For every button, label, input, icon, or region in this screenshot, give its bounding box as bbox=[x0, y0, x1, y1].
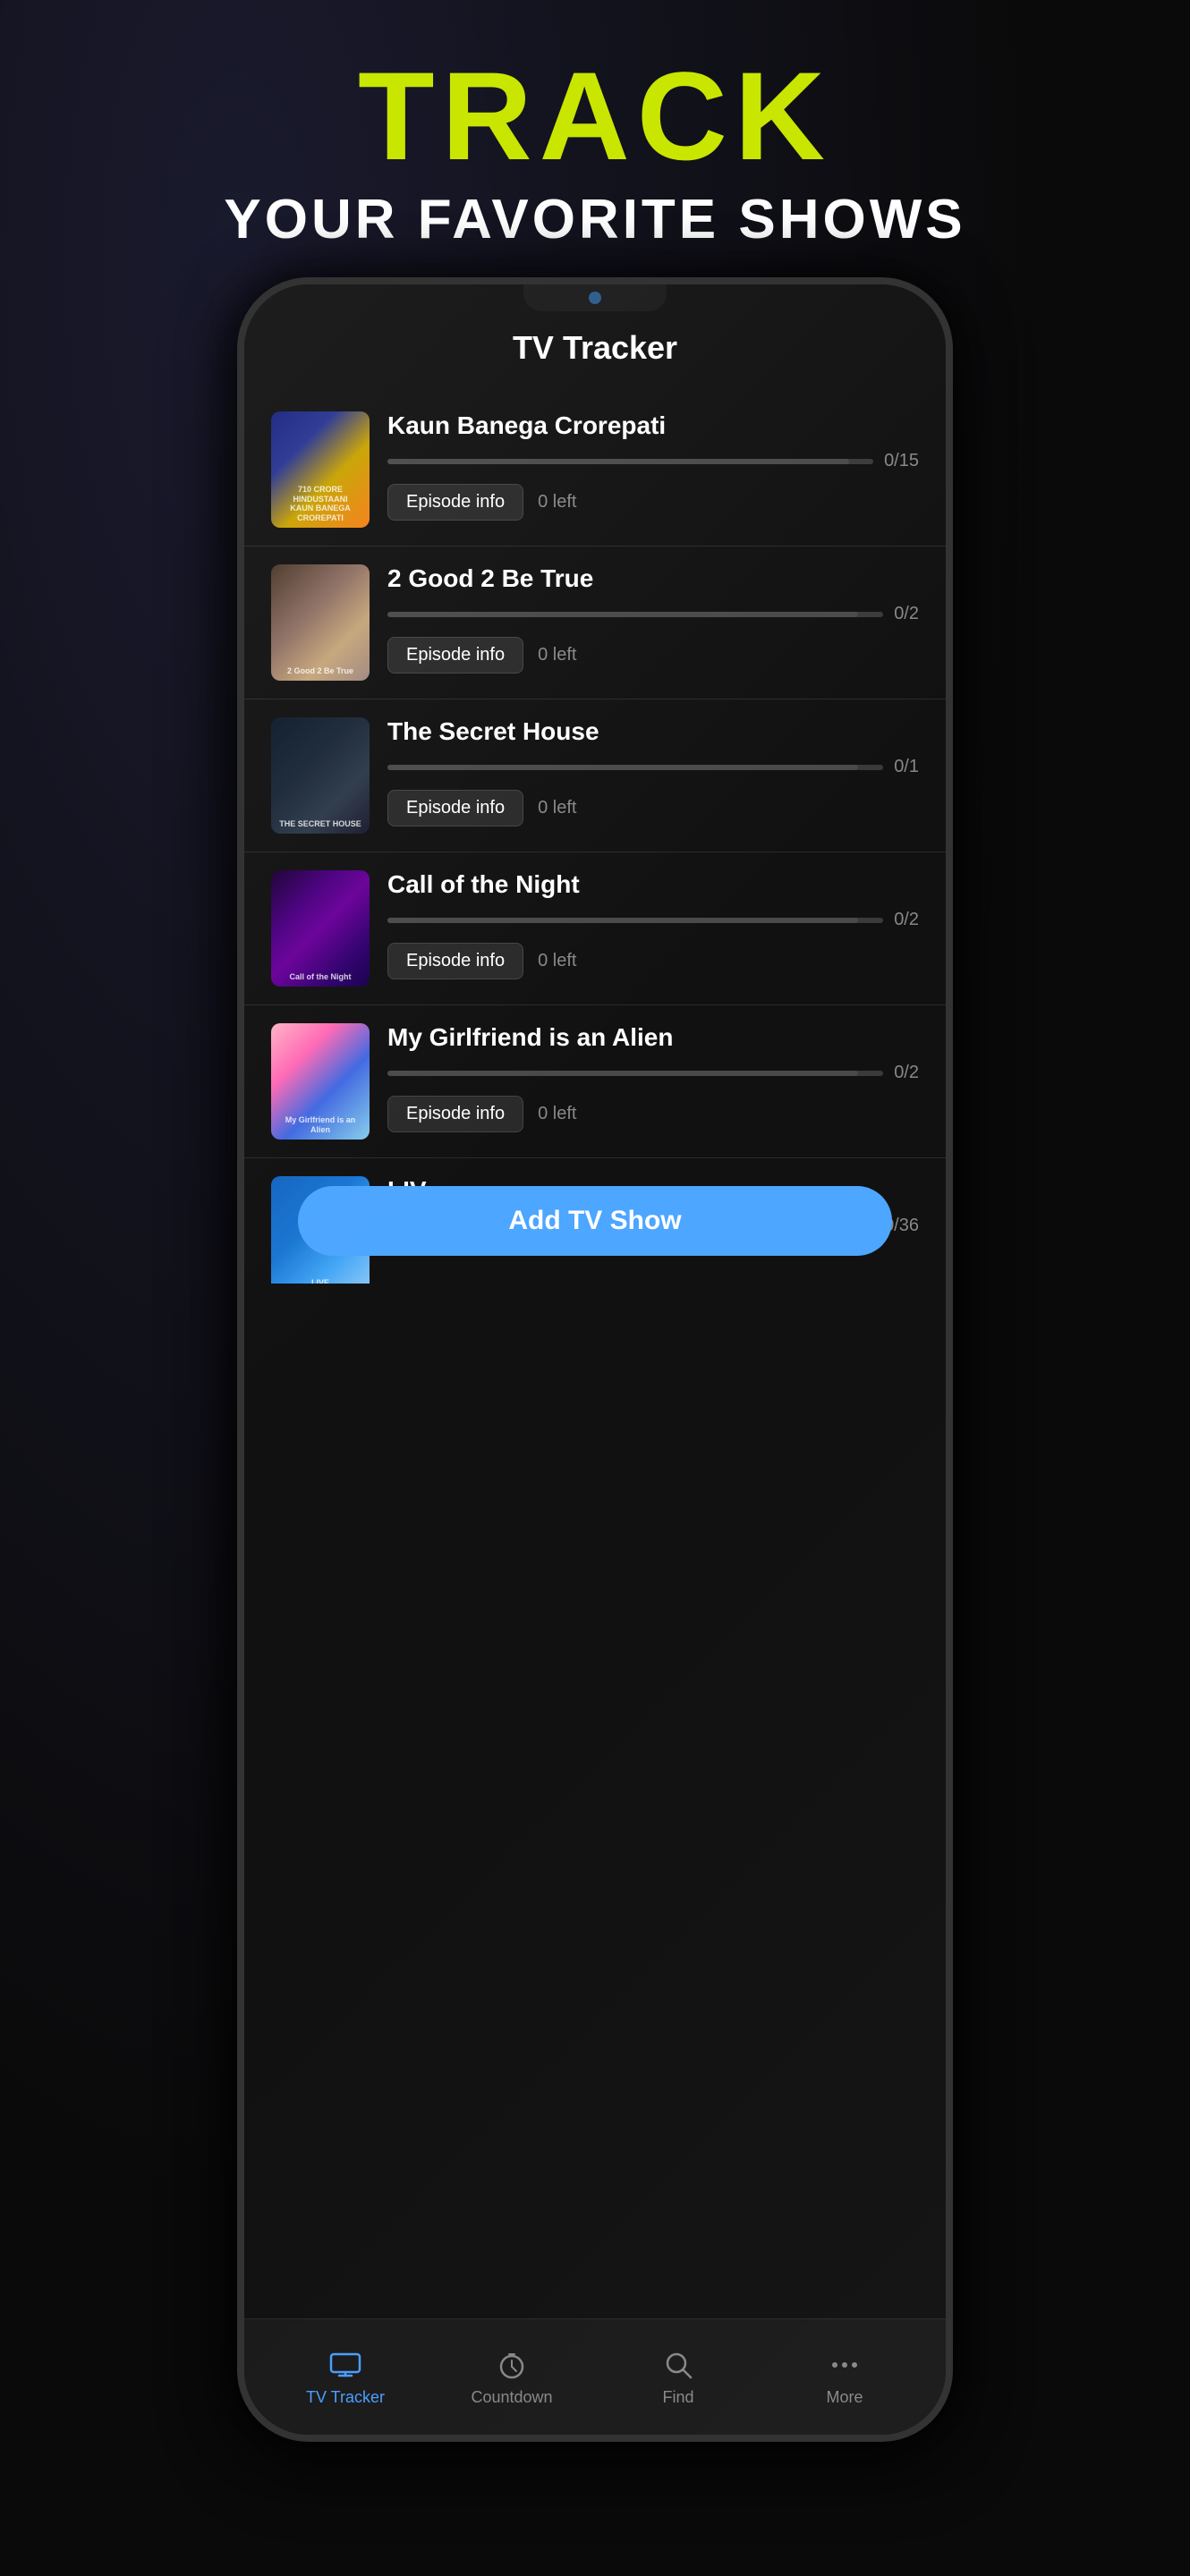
bottom-nav: TV Tracker Countdown bbox=[244, 2318, 946, 2435]
progress-row-alien: 0/2 bbox=[387, 1063, 919, 1083]
show-item-kbc[interactable]: 710 CRORE HINDUSTAANIKAUN BANEGA CROREPA… bbox=[244, 394, 946, 547]
poster-alien-label: My Girlfriend is an Alien bbox=[276, 1115, 365, 1135]
show-title-secret: The Secret House bbox=[387, 717, 919, 746]
poster-secret-label: THE SECRET HOUSE bbox=[276, 819, 365, 829]
tv-tracker-icon bbox=[327, 2347, 363, 2383]
show-title-alien: My Girlfriend is an Alien bbox=[387, 1023, 919, 1052]
show-info-secret: The Secret House 0/1 Episode info 0 left bbox=[387, 717, 919, 826]
show-info-2good: 2 Good 2 Be True 0/2 Episode info 0 left bbox=[387, 564, 919, 674]
episode-row-night[interactable]: Episode info 0 left bbox=[387, 943, 919, 979]
progress-bar-2good bbox=[387, 612, 883, 617]
poster-2good-label: 2 Good 2 Be True bbox=[276, 666, 365, 676]
nav-item-more[interactable]: More bbox=[761, 2347, 928, 2407]
phone-camera bbox=[589, 292, 601, 304]
add-btn-overlay: Add TV Show bbox=[244, 1158, 946, 1284]
find-icon bbox=[660, 2347, 696, 2383]
episode-info-btn-alien[interactable]: Episode info bbox=[387, 1096, 523, 1132]
nav-item-find[interactable]: Find bbox=[595, 2347, 761, 2407]
nav-label-more: More bbox=[826, 2388, 863, 2407]
episode-info-btn-kbc[interactable]: Episode info bbox=[387, 484, 523, 521]
hero-track-text: TRACK bbox=[0, 54, 1190, 179]
progress-fill-2good bbox=[387, 612, 858, 617]
poster-kbc-label: 710 CRORE HINDUSTAANIKAUN BANEGA CROREPA… bbox=[276, 485, 365, 523]
left-count-kbc: 0 left bbox=[538, 492, 576, 513]
show-item-2good[interactable]: 2 Good 2 Be True 2 Good 2 Be True 0/2 Ep… bbox=[244, 547, 946, 699]
progress-bar-night bbox=[387, 918, 883, 923]
poster-secret: THE SECRET HOUSE bbox=[271, 717, 370, 834]
progress-fill-alien bbox=[387, 1071, 858, 1076]
progress-bar-alien bbox=[387, 1071, 883, 1076]
phone-notch bbox=[523, 284, 667, 311]
episode-info-btn-night[interactable]: Episode info bbox=[387, 943, 523, 979]
show-title-2good: 2 Good 2 Be True bbox=[387, 564, 919, 593]
countdown-icon bbox=[494, 2347, 530, 2383]
show-info-kbc: Kaun Banega Crorepati 0/15 Episode info … bbox=[387, 411, 919, 521]
nav-label-countdown: Countdown bbox=[471, 2388, 552, 2407]
progress-row-kbc: 0/15 bbox=[387, 451, 919, 471]
left-count-secret: 0 left bbox=[538, 798, 576, 818]
episode-info-btn-secret[interactable]: Episode info bbox=[387, 790, 523, 826]
bottom-section: LIVE LIV... 0/36 Add TV Show bbox=[244, 1158, 946, 1284]
hero-subtitle-text: YOUR FAVORITE SHOWS bbox=[0, 188, 1190, 251]
nav-item-tv-tracker[interactable]: TV Tracker bbox=[262, 2347, 429, 2407]
progress-row-2good: 0/2 bbox=[387, 604, 919, 624]
poster-night-label: Call of the Night bbox=[276, 972, 365, 982]
show-item-alien[interactable]: My Girlfriend is an Alien My Girlfriend … bbox=[244, 1005, 946, 1158]
episode-row-secret[interactable]: Episode info 0 left bbox=[387, 790, 919, 826]
progress-count-secret: 0/1 bbox=[894, 757, 919, 777]
episode-row-alien[interactable]: Episode info 0 left bbox=[387, 1096, 919, 1132]
show-item-secret[interactable]: THE SECRET HOUSE The Secret House 0/1 Ep… bbox=[244, 699, 946, 852]
show-info-night: Call of the Night 0/2 Episode info 0 lef… bbox=[387, 870, 919, 979]
app-content[interactable]: 710 CRORE HINDUSTAANIKAUN BANEGA CROREPA… bbox=[244, 385, 946, 1292]
left-count-night: 0 left bbox=[538, 951, 576, 971]
phone-screen: TV Tracker 710 CRORE HINDUSTAANIKAUN BAN… bbox=[244, 284, 946, 2435]
show-title-kbc: Kaun Banega Crorepati bbox=[387, 411, 919, 440]
progress-fill-kbc bbox=[387, 459, 849, 464]
progress-bar-kbc bbox=[387, 459, 873, 464]
show-item-night[interactable]: Call of the Night Call of the Night 0/2 … bbox=[244, 852, 946, 1005]
progress-row-night: 0/2 bbox=[387, 910, 919, 930]
progress-count-night: 0/2 bbox=[894, 910, 919, 930]
hero-section: TRACK YOUR FAVORITE SHOWS bbox=[0, 54, 1190, 251]
episode-row-kbc[interactable]: Episode info 0 left bbox=[387, 484, 919, 521]
progress-bar-secret bbox=[387, 765, 883, 770]
poster-night: Call of the Night bbox=[271, 870, 370, 987]
progress-count-kbc: 0/15 bbox=[884, 451, 919, 471]
progress-count-alien: 0/2 bbox=[894, 1063, 919, 1083]
left-count-2good: 0 left bbox=[538, 645, 576, 665]
add-tv-show-button[interactable]: Add TV Show bbox=[298, 1186, 892, 1256]
poster-alien: My Girlfriend is an Alien bbox=[271, 1023, 370, 1140]
more-icon bbox=[827, 2347, 863, 2383]
show-title-night: Call of the Night bbox=[387, 870, 919, 899]
app-title: TV Tracker bbox=[244, 329, 946, 367]
episode-info-btn-2good[interactable]: Episode info bbox=[387, 637, 523, 674]
poster-2good: 2 Good 2 Be True bbox=[271, 564, 370, 681]
show-info-alien: My Girlfriend is an Alien 0/2 Episode in… bbox=[387, 1023, 919, 1132]
left-count-alien: 0 left bbox=[538, 1104, 576, 1124]
progress-count-2good: 0/2 bbox=[894, 604, 919, 624]
episode-row-2good[interactable]: Episode info 0 left bbox=[387, 637, 919, 674]
progress-fill-secret bbox=[387, 765, 858, 770]
nav-item-countdown[interactable]: Countdown bbox=[429, 2347, 595, 2407]
nav-label-find: Find bbox=[662, 2388, 693, 2407]
progress-row-secret: 0/1 bbox=[387, 757, 919, 777]
nav-label-tv-tracker: TV Tracker bbox=[306, 2388, 385, 2407]
progress-fill-night bbox=[387, 918, 858, 923]
phone-frame: TV Tracker 710 CRORE HINDUSTAANIKAUN BAN… bbox=[237, 277, 953, 2442]
poster-kbc: 710 CRORE HINDUSTAANIKAUN BANEGA CROREPA… bbox=[271, 411, 370, 528]
